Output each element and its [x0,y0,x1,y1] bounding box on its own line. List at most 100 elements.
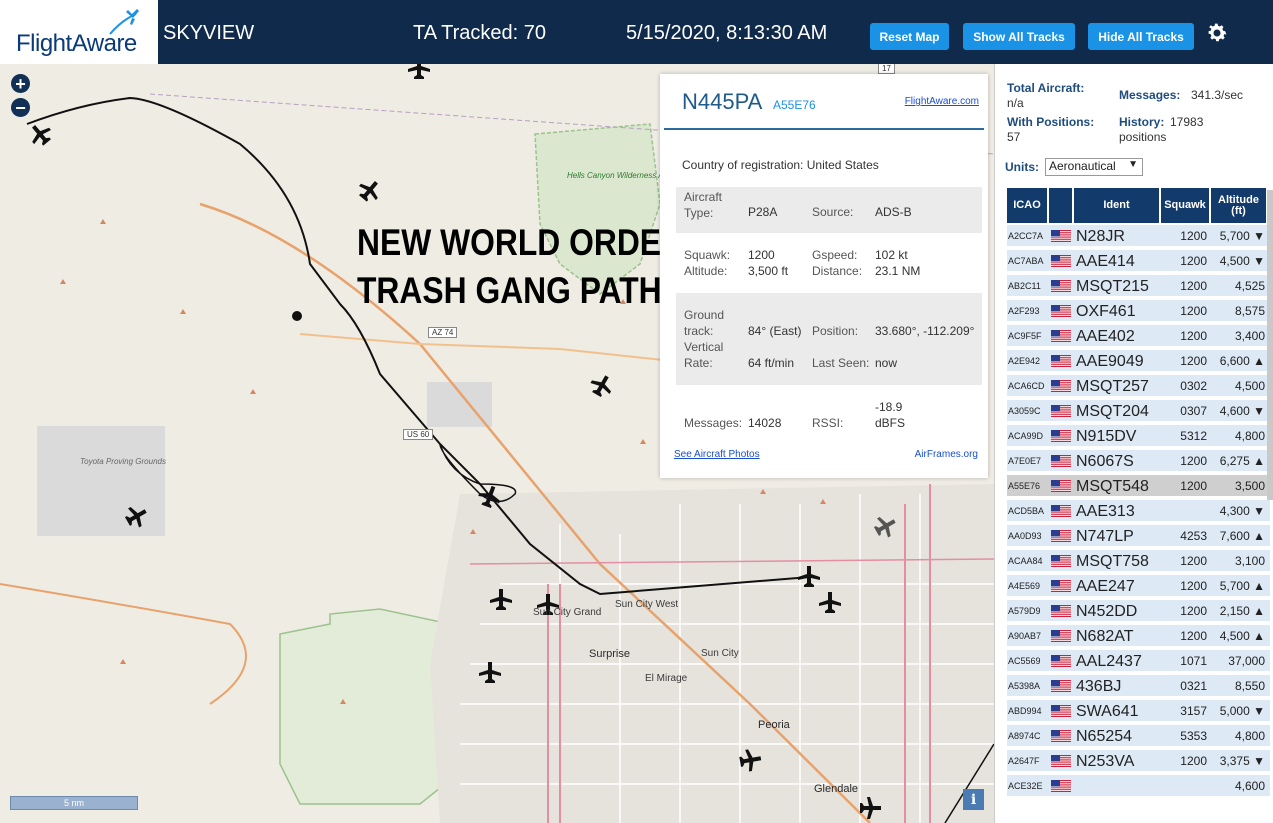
overlay-line-1: NEW WORLD ORDER [357,222,685,263]
show-all-tracks-button[interactable]: Show All Tracks [963,23,1075,50]
table-row[interactable]: ACA6CD MSQT257 0302 4,500 [1007,375,1270,398]
row-squawk: 0307 [1180,404,1207,418]
row-icao: AC9F5F [1008,331,1042,341]
row-altitude: 5,000 ▼ [1219,704,1265,718]
row-squawk: 0321 [1180,679,1207,693]
row-altitude: 3,100 [1234,554,1265,568]
row-altitude: 8,575 [1234,304,1265,318]
table-row[interactable]: ACA99D N915DV 5312 4,800 [1007,425,1270,448]
scrollbar[interactable] [1267,190,1273,500]
row-ident: N6067S [1076,453,1134,470]
ground-track-value: 84° (East) [748,324,802,338]
rssi-value: -18.9 dBFS [875,400,906,430]
row-squawk: 5312 [1180,429,1207,443]
row-icao: A7E0E7 [1008,456,1042,466]
zoom-in-button[interactable]: + [11,74,30,93]
hide-all-tracks-button[interactable]: Hide All Tracks [1088,23,1194,50]
popup-divider [664,128,984,130]
row-ident: N682AT [1076,628,1134,645]
vertical-rate-value: 64 ft/min [748,356,795,370]
table-row[interactable]: A7E0E7 N6067S 1200 6,275 ▲ [1007,450,1270,473]
us-flag-icon [1051,255,1071,267]
row-squawk: 1200 [1180,354,1207,368]
table-row[interactable]: AB2C11 MSQT215 1200 4,525 [1007,275,1270,298]
table-row[interactable]: AA0D93 N747LP 4253 7,600 ▲ [1007,525,1270,548]
table-row[interactable]: A579D9 N452DD 1200 2,150 ▲ [1007,600,1270,623]
row-squawk: 1200 [1180,454,1207,468]
row-altitude: 3,500 [1234,479,1265,493]
info-button[interactable]: i [963,789,984,810]
row-squawk: 0302 [1180,379,1207,393]
row-altitude: 4,800 [1234,429,1265,443]
row-squawk: 1200 [1180,229,1207,243]
country-label: Country of registration: [682,158,804,172]
us-flag-icon [1051,455,1071,467]
table-row[interactable]: A2CC7A N28JR 1200 5,700 ▼ [1007,225,1270,248]
gear-icon[interactable] [1205,21,1229,45]
table-row[interactable]: A5398A 436BJ 0321 8,550 [1007,675,1270,698]
aircraft-photos-link[interactable]: See Aircraft Photos [674,449,760,460]
row-ident: MSQT257 [1076,378,1149,395]
scale-bar: 5 nm [10,796,138,810]
row-icao: A2647F [1008,756,1040,766]
map-label-peoria: Peoria [758,719,790,731]
table-row[interactable]: A2F293 OXF461 1200 8,575 [1007,300,1270,323]
row-ident: N253VA [1076,753,1135,770]
row-icao: A90AB7 [1008,631,1042,641]
airframes-link[interactable]: AirFrames.org [915,449,978,460]
flightaware-link[interactable]: FlightAware.com [905,96,979,107]
col-altitude[interactable]: Altitude (ft) [1211,188,1266,223]
row-squawk: 4253 [1180,529,1207,543]
row-icao: AC7ABA [1008,256,1044,266]
row-altitude: 7,600 ▲ [1219,529,1265,543]
col-ident[interactable]: Ident [1074,188,1159,223]
row-altitude: 6,275 ▲ [1219,454,1265,468]
table-row[interactable]: A2E942 AAE9049 1200 6,600 ▲ [1007,350,1270,373]
row-ident: AAE402 [1076,328,1135,345]
col-icao[interactable]: ICAO [1007,188,1047,223]
row-squawk: 1200 [1180,554,1207,568]
row-ident: N747LP [1076,528,1134,545]
messages-label: Messages: [684,416,743,430]
us-flag-icon [1051,780,1071,792]
road-shield-us60: US 60 [403,429,434,440]
app-title: SKYVIEW [163,22,255,44]
table-row[interactable]: ACE32E 4,600 [1007,775,1270,798]
row-ident: MSQT215 [1076,278,1149,295]
row-altitude: 3,400 [1234,329,1265,343]
table-row[interactable]: A8974C N65254 5353 4,800 [1007,725,1270,748]
units-select[interactable]: Aeronautical ▼ [1045,158,1143,176]
table-row[interactable]: ACAA84 MSQT758 1200 3,100 [1007,550,1270,573]
last-seen-value: now [875,356,898,370]
position-value: 33.680°, -112.209° [875,324,975,338]
col-flag[interactable] [1049,188,1072,223]
table-row[interactable]: ACD5BA AAE313 4,300 ▼ [1007,500,1270,523]
tracked-count: TA Tracked: 70 [413,22,547,44]
table-row[interactable]: A3059C MSQT204 0307 4,600 ▼ [1007,400,1270,423]
flightaware-logo[interactable]: FlightAware [0,0,158,64]
reset-map-button[interactable]: Reset Map [870,23,949,50]
squawk-label: Squawk: [684,248,731,262]
table-row[interactable]: AC7ABA AAE414 1200 4,500 ▼ [1007,250,1270,273]
col-squawk[interactable]: Squawk [1161,188,1209,223]
row-squawk: 1200 [1180,329,1207,343]
zoom-out-button[interactable]: − [11,98,30,117]
table-row[interactable]: A2647F N253VA 1200 3,375 ▼ [1007,750,1270,773]
table-row[interactable]: A4E569 AAE247 1200 5,700 ▲ [1007,575,1270,598]
row-icao: A579D9 [1008,606,1041,616]
distance-value: 23.1 NM [875,264,921,278]
row-altitude: 3,375 ▼ [1219,754,1265,768]
table-row[interactable]: AC5569 AAL2437 1071 37,000 [1007,650,1270,673]
row-squawk: 1200 [1180,279,1207,293]
table-row[interactable]: AC9F5F AAE402 1200 3,400 [1007,325,1270,348]
table-row[interactable]: ABD994 SWA641 3157 5,000 ▼ [1007,700,1270,723]
row-altitude: 5,700 ▲ [1219,579,1265,593]
messages-value: 14028 [748,416,782,430]
us-flag-icon [1051,480,1071,492]
altitude-label: Altitude: [684,264,728,278]
us-flag-icon [1051,280,1071,292]
table-row[interactable]: A90AB7 N682AT 1200 4,500 ▲ [1007,625,1270,648]
table-row[interactable]: A55E76 MSQT548 1200 3,500 [1007,475,1270,498]
row-altitude: 5,700 ▼ [1219,229,1265,243]
aircraft-type-label: Aircraft Type: [684,190,723,220]
